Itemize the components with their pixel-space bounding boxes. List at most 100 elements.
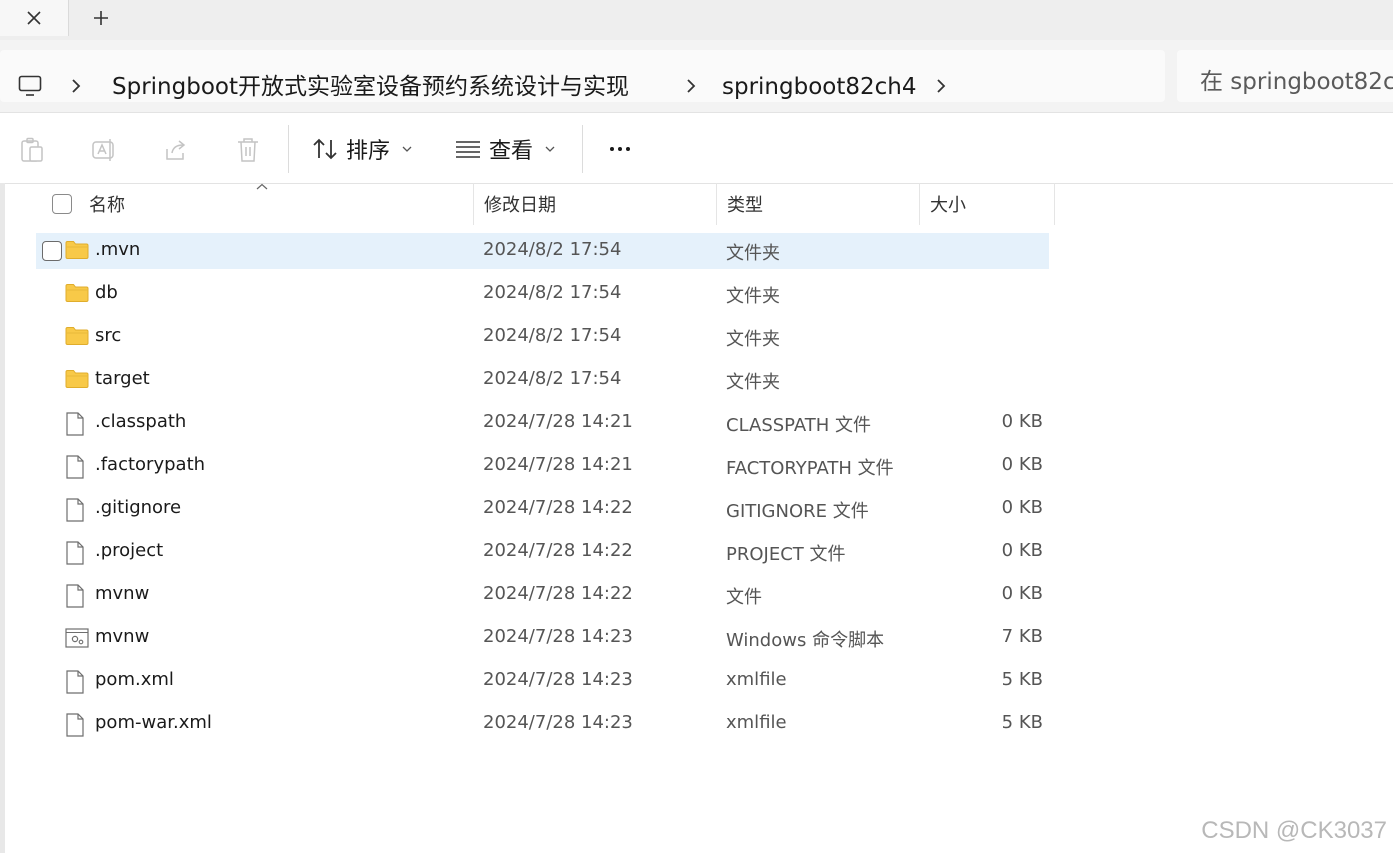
delete-icon[interactable]	[236, 137, 260, 163]
file-modified: 2024/7/28 14:23	[483, 669, 633, 690]
breadcrumb-item[interactable]: Springboot开放式实验室设备预约系统设计与实现	[112, 72, 629, 102]
file-size: 0 KB	[1001, 497, 1043, 518]
more-dot	[610, 147, 614, 151]
search-placeholder: 在 springboot82ch4 中搜索	[1200, 69, 1393, 95]
close-tab-button[interactable]	[0, 0, 69, 36]
sort-icon	[313, 138, 337, 160]
folder-icon	[65, 283, 89, 307]
file-type: 文件夹	[726, 286, 780, 307]
view-label: 查看	[489, 139, 534, 164]
file-size: 7 KB	[1001, 626, 1043, 647]
view-button[interactable]: 查看	[455, 130, 555, 168]
new-tab-button[interactable]	[84, 3, 118, 33]
computer-icon[interactable]	[18, 75, 42, 97]
file-name: target	[95, 368, 150, 389]
file-name: pom-war.xml	[95, 712, 212, 733]
file-row[interactable]: src 2024/8/2 17:54 文件夹	[36, 319, 1049, 355]
chevron-right-icon[interactable]	[70, 78, 82, 94]
file-name: .classpath	[95, 411, 187, 432]
more-options-button[interactable]	[604, 135, 636, 163]
file-type: PROJECT 文件	[726, 544, 846, 565]
folder-icon	[65, 326, 89, 350]
file-list-pane: 名称 修改日期 类型 大小 .mvn 2024/8/2 17:54 文件夹 db 202…	[0, 183, 1393, 853]
separator	[582, 125, 583, 173]
file-row[interactable]: .factorypath 2024/7/28 14:21 FACTORYPATH 文…	[36, 448, 1049, 484]
file-size: 0 KB	[1001, 540, 1043, 561]
nav-pane-edge[interactable]	[0, 183, 5, 853]
file-modified: 2024/8/2 17:54	[483, 239, 622, 260]
file-modified: 2024/7/28 14:21	[483, 411, 633, 432]
file-row[interactable]: pom-war.xml 2024/7/28 14:23 xmlfile 5 KB	[36, 706, 1049, 742]
column-header-name[interactable]: 名称	[79, 183, 474, 225]
file-type: 文件	[726, 587, 762, 608]
search-input[interactable]: 在 springboot82ch4 中搜索	[1177, 50, 1393, 102]
file-size: 5 KB	[1001, 669, 1043, 690]
file-name: mvnw	[95, 626, 150, 647]
address-row: Springboot开放式实验室设备预约系统设计与实现 springboot82…	[0, 40, 1393, 112]
file-modified: 2024/8/2 17:54	[483, 368, 622, 389]
file-name: .project	[95, 540, 164, 561]
file-modified: 2024/7/28 14:21	[483, 454, 633, 475]
file-name: src	[95, 325, 122, 346]
rename-icon[interactable]	[91, 137, 117, 163]
file-icon	[65, 670, 85, 698]
file-modified: 2024/7/28 14:22	[483, 497, 633, 518]
address-bar[interactable]: Springboot开放式实验室设备预约系统设计与实现 springboot82…	[0, 50, 1165, 102]
sort-button[interactable]: 排序	[312, 130, 412, 168]
folder-icon	[65, 240, 89, 264]
file-row[interactable]: .mvn 2024/8/2 17:54 文件夹	[36, 233, 1049, 269]
file-row[interactable]: pom.xml 2024/7/28 14:23 xmlfile 5 KB	[36, 663, 1049, 699]
separator	[288, 125, 289, 173]
file-type: Windows 命令脚本	[726, 630, 885, 651]
file-type: GITIGNORE 文件	[726, 501, 869, 522]
file-modified: 2024/7/28 14:23	[483, 626, 633, 647]
file-size: 0 KB	[1001, 583, 1043, 604]
file-modified: 2024/8/2 17:54	[483, 282, 622, 303]
column-header-row: 名称 修改日期 类型 大小	[30, 183, 1055, 225]
chevron-right-icon[interactable]	[935, 78, 947, 94]
file-icon	[65, 584, 85, 612]
file-modified: 2024/8/2 17:54	[483, 325, 622, 346]
chevron-down-icon	[545, 146, 555, 152]
file-size: 5 KB	[1001, 712, 1043, 733]
sort-label: 排序	[346, 139, 391, 164]
file-row[interactable]: .classpath 2024/7/28 14:21 CLASSPATH 文件 0 K…	[36, 405, 1049, 441]
chevron-down-icon	[402, 146, 412, 152]
paste-icon[interactable]	[20, 137, 44, 163]
file-row[interactable]: mvnw 2024/7/28 14:22 文件 0 KB	[36, 577, 1049, 613]
file-icon	[65, 541, 85, 569]
file-size: 0 KB	[1001, 454, 1043, 475]
column-header-modified[interactable]: 修改日期	[474, 183, 717, 225]
file-name: pom.xml	[95, 669, 174, 690]
file-icon	[65, 455, 85, 483]
column-header-size[interactable]: 大小	[920, 183, 1055, 225]
close-icon	[27, 11, 41, 25]
file-size: 0 KB	[1001, 411, 1043, 432]
file-modified: 2024/7/28 14:22	[483, 540, 633, 561]
file-type: xmlfile	[726, 669, 787, 690]
file-row[interactable]: target 2024/8/2 17:54 文件夹	[36, 362, 1049, 398]
select-all-checkbox[interactable]	[52, 194, 72, 214]
file-name: .gitignore	[95, 497, 182, 518]
file-name: .factorypath	[95, 454, 206, 475]
file-row[interactable]: .gitignore 2024/7/28 14:22 GITIGNORE 文件 0 K…	[36, 491, 1049, 527]
command-bar: 排序 查看	[0, 112, 1393, 184]
chevron-right-icon[interactable]	[685, 78, 697, 94]
share-icon[interactable]	[163, 137, 189, 163]
file-row[interactable]: .project 2024/7/28 14:22 PROJECT 文件 0 KB	[36, 534, 1049, 570]
file-row[interactable]: mvnw 2024/7/28 14:23 Windows 命令脚本 7 KB	[36, 620, 1049, 656]
view-icon	[456, 141, 480, 158]
column-header-type[interactable]: 类型	[717, 183, 920, 225]
file-name: db	[95, 282, 118, 303]
file-type: 文件夹	[726, 243, 780, 264]
row-checkbox[interactable]	[42, 241, 62, 261]
breadcrumb-item[interactable]: springboot82ch4	[722, 72, 917, 102]
file-type: CLASSPATH 文件	[726, 415, 872, 436]
file-name: .mvn	[95, 239, 141, 260]
file-modified: 2024/7/28 14:22	[483, 583, 633, 604]
more-dot	[626, 147, 630, 151]
file-icon	[65, 498, 85, 526]
file-type: 文件夹	[726, 329, 780, 350]
more-dot	[618, 147, 622, 151]
file-row[interactable]: db 2024/8/2 17:54 文件夹	[36, 276, 1049, 312]
